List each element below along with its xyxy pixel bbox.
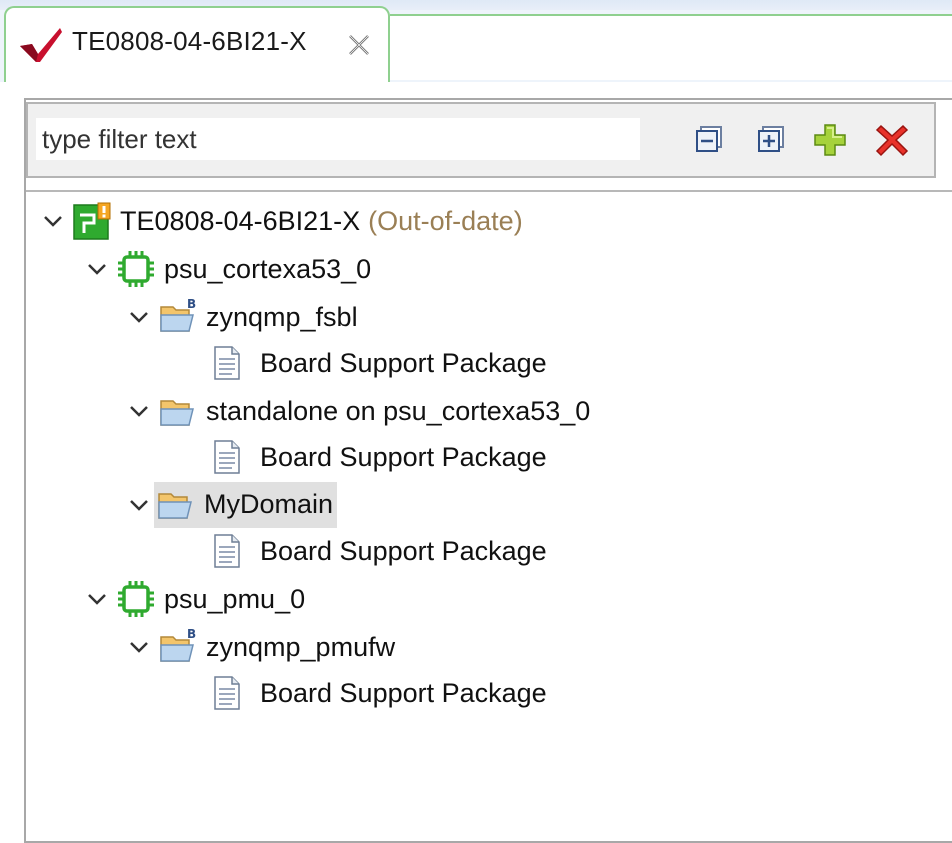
tree-item-bsp-pmufw[interactable]: Board Support Package xyxy=(212,670,547,716)
close-icon[interactable] xyxy=(346,32,372,58)
selection-highlight[interactable]: MyDomain xyxy=(154,482,338,528)
filter-input[interactable] xyxy=(36,118,640,160)
chevron-down-icon[interactable] xyxy=(126,492,152,518)
tree-item-label: TE0808-04-6BI21-X xyxy=(120,205,361,236)
expand-all-icon[interactable] xyxy=(754,122,790,158)
tree-item-domain-mydomain[interactable]: MyDomain xyxy=(126,482,338,528)
platform-icon xyxy=(73,202,111,240)
processor-chip-icon xyxy=(118,251,154,287)
tree-item-bsp-mydomain[interactable]: Board Support Package xyxy=(212,528,547,574)
tree-item-label: psu_cortexa53_0 xyxy=(164,253,372,284)
xilinx-logo-icon xyxy=(20,28,62,62)
domain-folder-icon xyxy=(158,493,192,519)
chevron-down-icon[interactable] xyxy=(84,256,110,282)
chevron-down-icon[interactable] xyxy=(84,586,110,612)
tree-item-processor-pmu[interactable]: psu_pmu_0 xyxy=(84,576,305,622)
tree-item-label: Board Support Package xyxy=(260,535,547,566)
tab-title: TE0808-04-6BI21-X xyxy=(72,26,307,56)
chevron-down-icon[interactable] xyxy=(40,208,66,234)
svg-text:B: B xyxy=(187,627,196,641)
chevron-down-icon[interactable] xyxy=(126,634,152,660)
tab-platform[interactable]: TE0808-04-6BI21-X xyxy=(4,6,390,82)
tree-item-label: Board Support Package xyxy=(260,441,547,472)
tree-item-label: zynqmp_pmufw xyxy=(206,631,396,662)
tab-bar-empty-area xyxy=(390,14,952,80)
processor-chip-icon xyxy=(118,581,154,617)
tree-item-bsp-standalone[interactable]: Board Support Package xyxy=(212,434,547,480)
tree-item-label: standalone on psu_cortexa53_0 xyxy=(206,395,591,426)
remove-icon[interactable] xyxy=(874,122,910,158)
tree-item-label: zynqmp_fsbl xyxy=(206,301,358,332)
domain-folder-icon xyxy=(160,400,194,426)
panel-divider xyxy=(26,190,952,192)
tree-item-domain-fsbl[interactable]: B zynqmp_fsbl xyxy=(126,294,358,340)
tree-item-label: MyDomain xyxy=(204,488,334,519)
tree-item-bsp-fsbl[interactable]: Board Support Package xyxy=(212,340,547,386)
tree-item-processor-cortexa53[interactable]: psu_cortexa53_0 xyxy=(84,246,371,292)
status-badge: (Out-of-date) xyxy=(368,205,523,236)
document-icon xyxy=(214,676,240,710)
tree-item-label: Board Support Package xyxy=(260,677,547,708)
document-icon xyxy=(214,440,240,474)
chevron-down-icon[interactable] xyxy=(126,304,152,330)
tree-item-label: Board Support Package xyxy=(260,347,547,378)
tree-item-domain-standalone[interactable]: standalone on psu_cortexa53_0 xyxy=(126,388,634,434)
boot-domain-folder-icon: B xyxy=(160,297,196,332)
document-icon xyxy=(214,346,240,380)
tree-item-domain-pmufw[interactable]: B zynqmp_pmufw xyxy=(126,624,395,670)
svg-text:B: B xyxy=(187,297,196,311)
document-icon xyxy=(214,534,240,568)
add-icon[interactable] xyxy=(812,122,848,158)
boot-domain-folder-icon: B xyxy=(160,627,196,662)
chevron-down-icon[interactable] xyxy=(126,398,152,424)
collapse-all-icon[interactable] xyxy=(692,122,728,158)
tree-item-platform[interactable]: TE0808-04-6BI21-X (Out-of-date) xyxy=(40,198,523,244)
tree-item-label: psu_pmu_0 xyxy=(164,583,306,614)
